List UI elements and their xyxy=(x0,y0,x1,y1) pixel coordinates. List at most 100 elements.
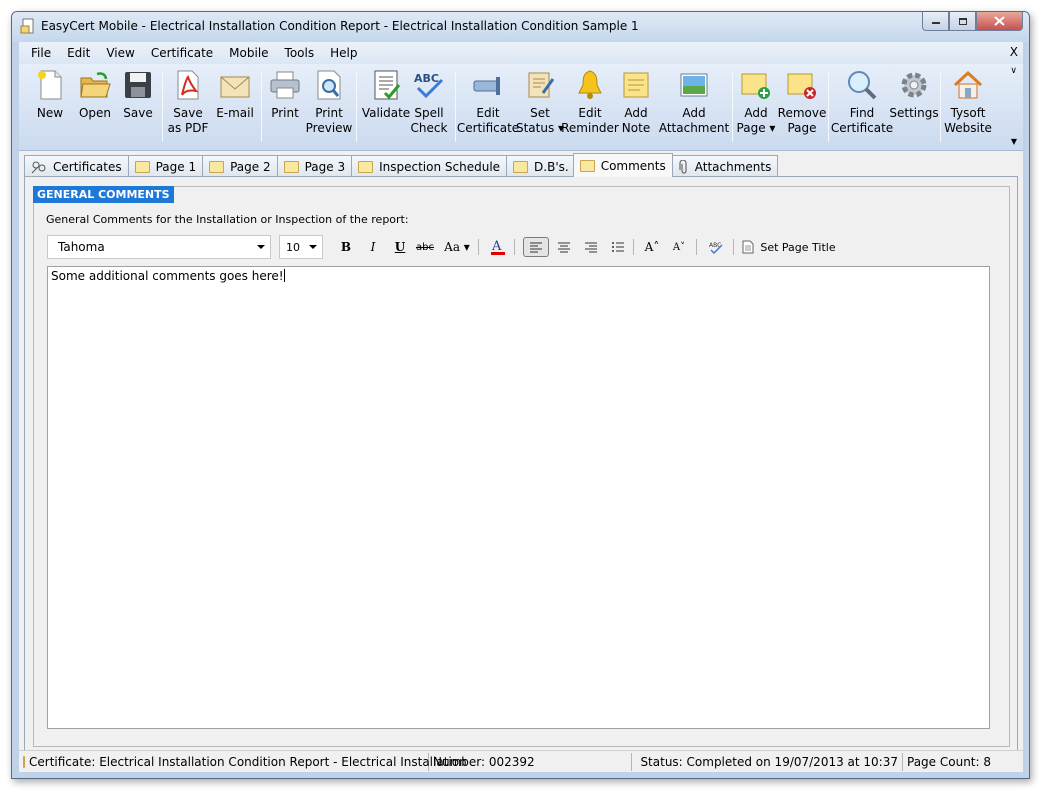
remove-page-button[interactable]: Remove Page xyxy=(777,68,827,148)
spell-check-button[interactable]: ABC Spell Check xyxy=(409,68,449,148)
align-center-button[interactable] xyxy=(553,237,575,257)
spell-check-small-icon: ABC xyxy=(709,242,723,254)
format-separator xyxy=(733,239,734,255)
tab-page-2-label: Page 2 xyxy=(230,159,271,174)
add-page-label: Add Page ▾ xyxy=(736,106,776,135)
tab-inspection-schedule[interactable]: Inspection Schedule xyxy=(351,155,508,177)
maximize-button[interactable] xyxy=(949,12,976,31)
group-title: GENERAL COMMENTS xyxy=(33,186,174,203)
menu-certificate[interactable]: Certificate xyxy=(143,42,221,64)
italic-button[interactable]: I xyxy=(362,237,384,257)
spell-check-small-button[interactable]: ABC xyxy=(705,237,727,257)
edit-certificate-icon xyxy=(471,68,505,102)
menu-help[interactable]: Help xyxy=(322,42,365,64)
picture-icon xyxy=(677,68,711,102)
tab-strip: Certificates Page 1 Page 2 Page 3 Inspec… xyxy=(24,153,779,177)
toolbar-separator xyxy=(732,72,733,142)
tab-page-3-label: Page 3 xyxy=(304,159,346,174)
edit-certificate-button[interactable]: Edit Certificate xyxy=(456,68,520,148)
tysoft-website-label: Tysoft Website xyxy=(944,106,992,135)
grow-font-button[interactable]: A˄ xyxy=(641,237,663,257)
font-color-button[interactable]: A xyxy=(487,237,509,257)
set-page-title-button[interactable]: Set Page Title xyxy=(741,237,837,257)
set-status-button[interactable]: Set Status ▾ xyxy=(516,68,564,148)
tab-inspection-schedule-label: Inspection Schedule xyxy=(379,159,501,174)
title-bar[interactable]: EasyCert Mobile - Electrical Installatio… xyxy=(12,12,1029,42)
print-preview-button[interactable]: Print Preview xyxy=(305,68,353,148)
align-right-icon xyxy=(585,242,597,253)
email-label: E-mail xyxy=(216,106,254,120)
font-size-select[interactable]: 10 xyxy=(279,235,323,259)
printer-icon xyxy=(268,68,302,102)
menu-tools[interactable]: Tools xyxy=(277,42,323,64)
tab-page-2[interactable]: Page 2 xyxy=(202,155,278,177)
toolbar-more-icon[interactable]: ▼ xyxy=(1011,137,1017,146)
toolbar-separator xyxy=(940,72,941,142)
paperclip-icon xyxy=(679,159,687,174)
align-left-button[interactable] xyxy=(523,237,549,257)
pdf-icon xyxy=(171,68,205,102)
comments-editor[interactable]: Some additional comments goes here! xyxy=(47,266,990,729)
tab-certificates[interactable]: Certificates xyxy=(24,155,129,177)
strikethrough-button[interactable]: abc xyxy=(414,237,436,257)
validate-button[interactable]: Validate xyxy=(359,68,413,148)
tab-comments[interactable]: Comments xyxy=(572,153,673,177)
strikethrough-icon: abc xyxy=(416,241,434,253)
tab-attachments-label: Attachments xyxy=(694,159,772,174)
email-button[interactable]: E-mail xyxy=(213,68,257,148)
svg-text:ABC: ABC xyxy=(414,72,439,85)
format-separator xyxy=(514,239,515,255)
find-certificate-button[interactable]: Find Certificate xyxy=(831,68,893,148)
add-attachment-button[interactable]: Add Attachment xyxy=(659,68,729,148)
find-certificate-label: Find Certificate xyxy=(830,106,894,135)
edit-certificate-label: Edit Certificate xyxy=(456,106,520,135)
comments-text: Some additional comments goes here! xyxy=(51,269,284,283)
save-label: Save xyxy=(123,106,153,120)
close-icon xyxy=(994,16,1005,26)
shrink-font-button[interactable]: A˅ xyxy=(668,237,690,257)
tab-page-3[interactable]: Page 3 xyxy=(276,155,353,177)
remove-page-label: Remove Page xyxy=(777,106,827,135)
menu-close-button[interactable]: X xyxy=(1010,45,1018,59)
align-left-icon xyxy=(530,242,542,253)
save-button[interactable]: Save xyxy=(121,68,155,148)
save-as-pdf-button[interactable]: Save as PDF xyxy=(167,68,209,148)
toolbar-overflow-icon[interactable]: ∨ xyxy=(1010,66,1017,76)
tysoft-website-button[interactable]: Tysoft Website xyxy=(943,68,993,148)
grow-font-icon: A˄ xyxy=(644,240,660,254)
tab-attachments[interactable]: Attachments xyxy=(671,155,779,177)
tab-dbs[interactable]: D.B's. xyxy=(506,155,574,177)
edit-reminder-button[interactable]: Edit Reminder xyxy=(561,68,619,148)
menu-file[interactable]: File xyxy=(19,42,59,64)
spell-check-label: Spell Check xyxy=(410,106,448,135)
print-button[interactable]: Print xyxy=(267,68,303,148)
menu-view[interactable]: View xyxy=(98,42,142,64)
settings-button[interactable]: Settings xyxy=(889,68,939,148)
toolbar-separator xyxy=(356,72,357,142)
bullet-list-button[interactable] xyxy=(607,237,629,257)
folder-icon xyxy=(513,160,529,173)
close-button[interactable] xyxy=(976,12,1023,31)
underline-button[interactable]: U xyxy=(389,237,411,257)
bold-icon: B xyxy=(340,240,352,254)
menu-edit[interactable]: Edit xyxy=(59,42,98,64)
open-button[interactable]: Open xyxy=(75,68,115,148)
font-family-select[interactable]: Tahoma xyxy=(47,235,271,259)
folder-icon xyxy=(209,160,225,173)
add-note-button[interactable]: Add Note xyxy=(617,68,655,148)
status-certificate: Certificate: Electrical Installation Con… xyxy=(19,752,467,771)
change-case-button[interactable]: Aa ▾ xyxy=(441,237,473,257)
print-preview-label: Print Preview xyxy=(305,106,353,135)
italic-icon: I xyxy=(370,240,376,254)
new-button[interactable]: New xyxy=(31,68,69,148)
bold-button[interactable]: B xyxy=(335,237,357,257)
tab-page-1[interactable]: Page 1 xyxy=(127,155,204,177)
menu-mobile[interactable]: Mobile xyxy=(221,42,276,64)
validate-label: Validate xyxy=(361,106,411,120)
set-status-icon xyxy=(523,68,557,102)
app-icon xyxy=(20,18,34,34)
client-area: File Edit View Certificate Mobile Tools … xyxy=(19,42,1023,772)
minimize-button[interactable] xyxy=(922,12,949,31)
add-page-button[interactable]: Add Page ▾ xyxy=(735,68,777,148)
align-right-button[interactable] xyxy=(580,237,602,257)
